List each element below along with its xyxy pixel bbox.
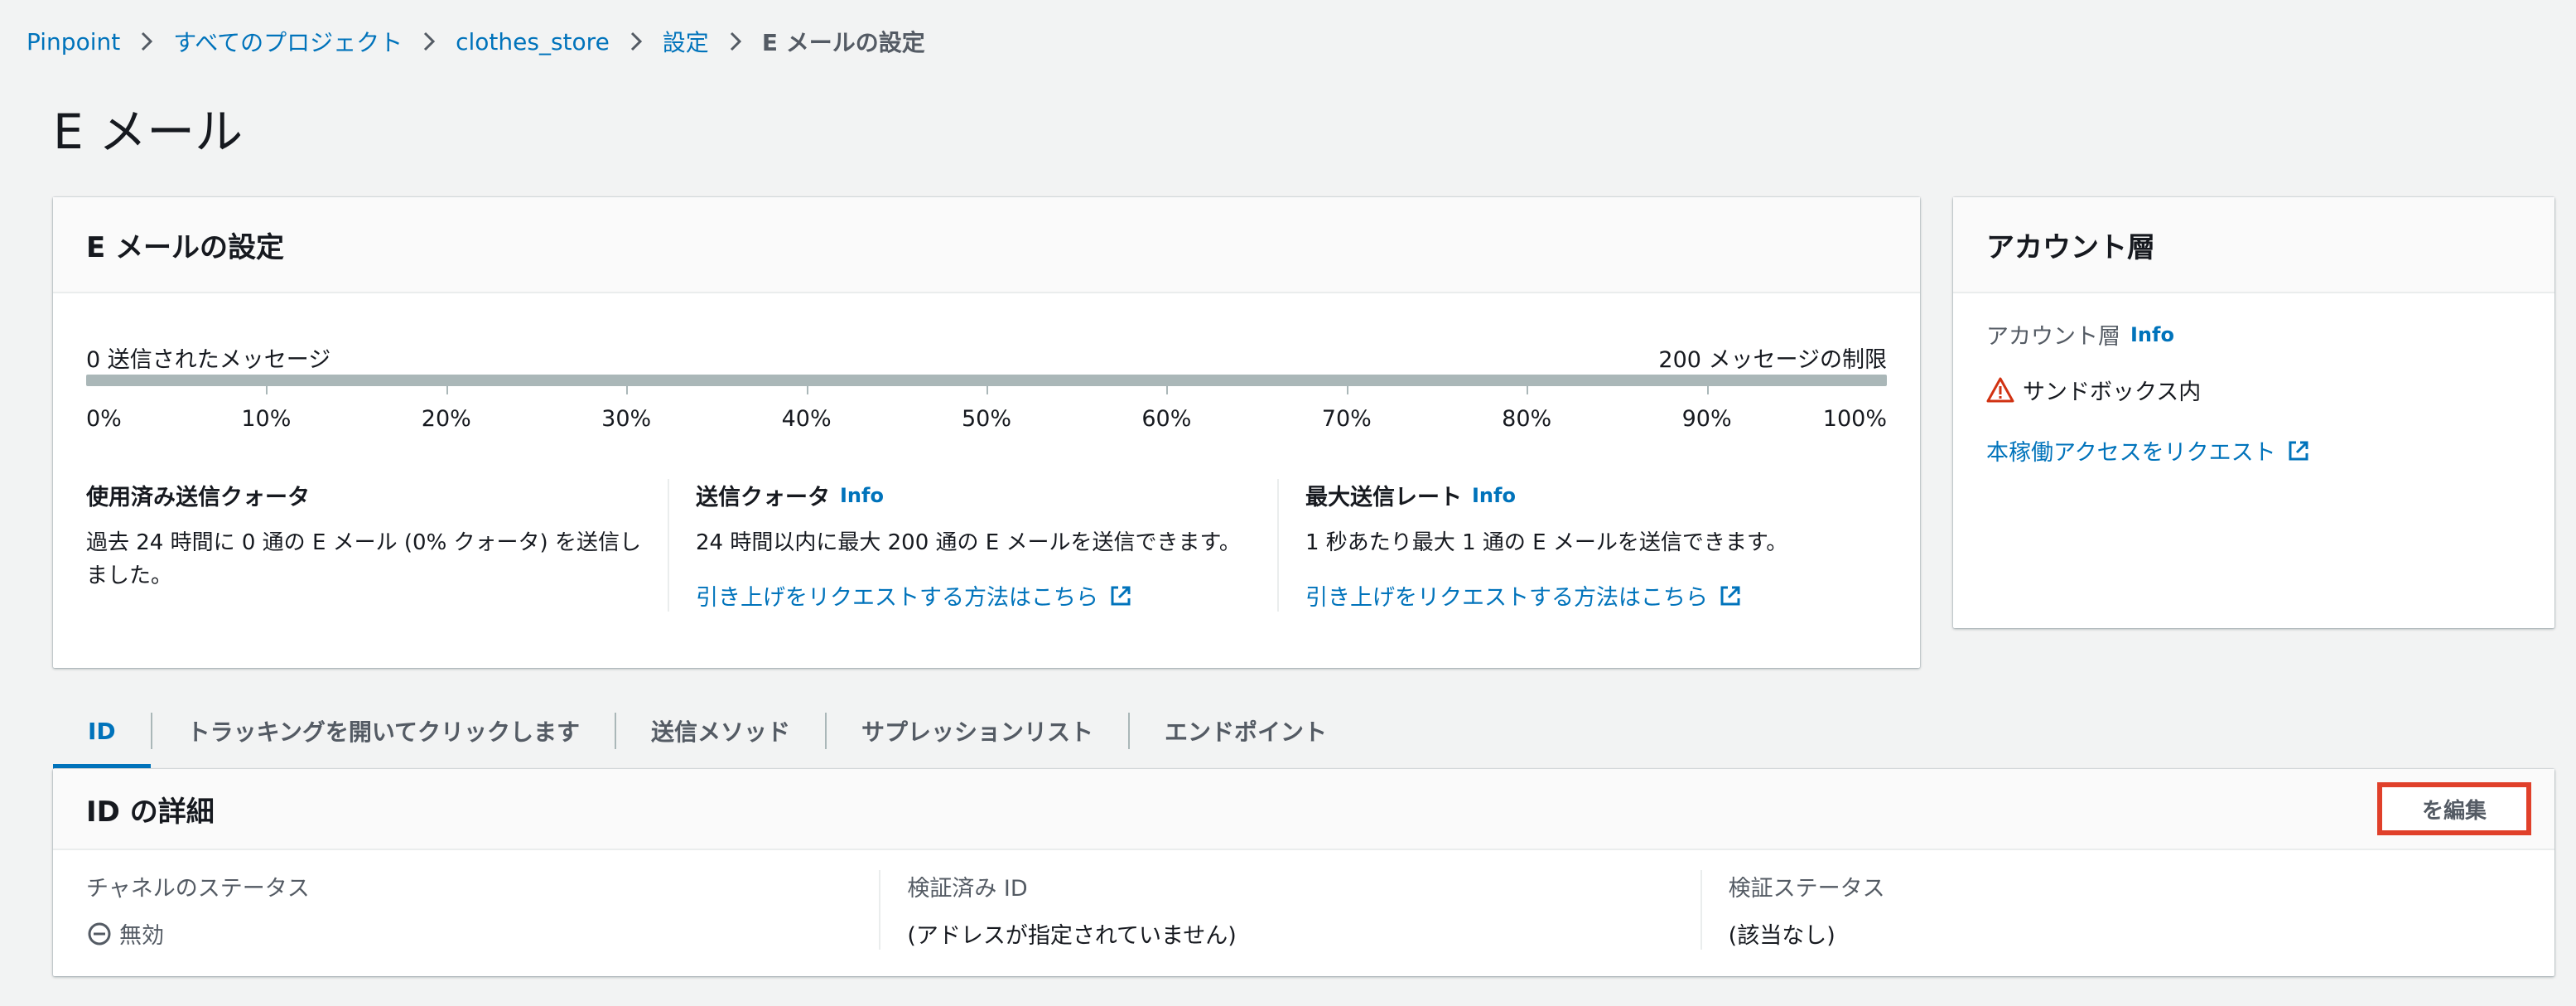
send-quota-heading: 送信クォータ bbox=[696, 485, 830, 510]
max-rate-heading: 最大送信レート bbox=[1305, 485, 1462, 510]
identity-details-panel: ID の詳細 を編集 チャネルのステータス 無効 検証済み ID (アドレスが指… bbox=[53, 769, 2554, 976]
quota-tick-label: 30% bbox=[601, 406, 652, 432]
quota-tick-label: 0% bbox=[86, 406, 122, 432]
quota-tick bbox=[1527, 386, 1529, 394]
max-rate-increase-label: 引き上げをリクエストする方法はこちら bbox=[1305, 585, 1708, 611]
send-quota-column: 送信クォータ Info 24 時間以内に最大 200 通の E メールを送信でき… bbox=[668, 479, 1277, 612]
quota-labels: 0 送信されたメッセージ 200 メッセージの制限 bbox=[86, 341, 1887, 374]
used-quota-heading: 使用済み送信クォータ bbox=[86, 485, 310, 510]
verified-id-column: 検証済み ID (アドレスが指定されていません) bbox=[879, 870, 1700, 950]
quota-tick bbox=[1346, 386, 1348, 394]
quota-tick bbox=[266, 386, 268, 394]
quota-tick-label: 40% bbox=[781, 406, 832, 432]
send-quota-increase-link[interactable]: 引き上げをリクエストする方法はこちら bbox=[696, 579, 1133, 612]
identity-details-body: チャネルのステータス 無効 検証済み ID (アドレスが指定されていません) 検… bbox=[53, 850, 2554, 970]
quota-tick-label: 90% bbox=[1681, 406, 1732, 432]
sent-messages-label: 0 送信されたメッセージ bbox=[86, 347, 331, 373]
breadcrumb-pinpoint[interactable]: Pinpoint bbox=[27, 28, 120, 56]
channel-status-value-row: 無効 bbox=[86, 917, 854, 950]
chevron-right-icon bbox=[630, 31, 642, 51]
quota-ticks bbox=[86, 386, 1887, 394]
page-title: E メール bbox=[53, 104, 244, 160]
send-quota-info-link[interactable]: Info bbox=[840, 484, 884, 507]
quota-progress-bar bbox=[86, 375, 1887, 386]
verified-id-value: (アドレスが指定されていません) bbox=[907, 923, 1237, 949]
quota-tick bbox=[1706, 386, 1709, 394]
account-tier-label-row: アカウント層 Info bbox=[1986, 318, 2521, 351]
verification-status-label: 検証ステータス bbox=[1728, 876, 1885, 902]
chevron-right-icon bbox=[142, 31, 153, 51]
quota-tick bbox=[626, 386, 629, 394]
quota-tick-label: 80% bbox=[1502, 406, 1552, 432]
verified-id-label: 検証済み ID bbox=[907, 876, 1028, 902]
max-rate-info-link[interactable]: Info bbox=[1472, 484, 1516, 507]
quota-tick-label: 20% bbox=[421, 406, 471, 432]
quota-tick-label: 100% bbox=[1822, 406, 1887, 432]
external-link-icon bbox=[1111, 586, 1131, 605]
tab-bar: ID トラッキングを開いてクリックします 送信メソッド サプレッションリスト エ… bbox=[53, 693, 1362, 769]
max-rate-heading-row: 最大送信レート Info bbox=[1305, 479, 1862, 511]
breadcrumb-project[interactable]: clothes_store bbox=[456, 28, 610, 56]
external-link-icon bbox=[1720, 586, 1740, 605]
send-quota-heading-row: 送信クォータ Info bbox=[696, 479, 1252, 511]
tab-suppression-list[interactable]: サプレッションリスト bbox=[827, 693, 1128, 769]
edit-button[interactable]: を編集 bbox=[2377, 782, 2531, 835]
account-tier-status-text: サンドボックス内 bbox=[2023, 380, 2202, 405]
send-quota-increase-label: 引き上げをリクエストする方法はこちら bbox=[696, 585, 1098, 611]
account-tier-status: サンドボックス内 bbox=[1986, 374, 2521, 406]
quota-tick bbox=[806, 386, 808, 394]
account-tier-info-link[interactable]: Info bbox=[2130, 323, 2174, 346]
account-tier-label: アカウント層 bbox=[1986, 324, 2120, 350]
breadcrumb-current: E メールの設定 bbox=[761, 29, 925, 56]
account-tier-body: アカウント層 Info サンドボックス内 本稼働アクセスをリクエスト bbox=[1953, 293, 2554, 488]
account-tier-header: アカウント層 bbox=[1953, 197, 2554, 293]
quota-tick bbox=[446, 386, 448, 394]
warning-icon bbox=[1986, 377, 2014, 402]
disabled-icon bbox=[88, 922, 111, 945]
send-quota-text: 24 時間以内に最大 200 通の E メールを送信できます。 bbox=[696, 530, 1241, 555]
quota-tick-label: 60% bbox=[1141, 406, 1192, 432]
message-limit-label: 200 メッセージの制限 bbox=[1658, 347, 1887, 373]
email-settings-header: E メールの設定 bbox=[53, 197, 1920, 293]
verification-status-column: 検証ステータス (該当なし) bbox=[1700, 870, 2521, 950]
chevron-right-icon bbox=[424, 31, 436, 51]
max-rate-text: 1 秒あたり最大 1 通の E メールを送信できます。 bbox=[1305, 530, 1788, 555]
email-settings-panel: E メールの設定 0 送信されたメッセージ 200 メッセージの制限 0% 10%… bbox=[53, 197, 1920, 668]
breadcrumb-settings[interactable]: 設定 bbox=[663, 25, 709, 58]
quota-tick-label: 50% bbox=[961, 406, 1012, 432]
channel-status-column: チャネルのステータス 無効 bbox=[86, 870, 879, 950]
max-rate-increase-link[interactable]: 引き上げをリクエストする方法はこちら bbox=[1305, 579, 1743, 612]
identity-details-header: ID の詳細 を編集 bbox=[53, 769, 2554, 850]
verification-status-value: (該当なし) bbox=[1728, 923, 1836, 949]
quota-tick-label: 10% bbox=[241, 406, 292, 432]
tab-endpoints[interactable]: エンドポイント bbox=[1130, 693, 1362, 769]
max-rate-column: 最大送信レート Info 1 秒あたり最大 1 通の E メールを送信できます。… bbox=[1277, 479, 1887, 612]
quota-tick bbox=[1166, 386, 1169, 394]
quota-details: 使用済み送信クォータ 過去 24 時間に 0 通の E メール (0% クォータ… bbox=[86, 479, 1887, 612]
breadcrumb: Pinpoint すべてのプロジェクト clothes_store 設定 E メ… bbox=[27, 25, 925, 58]
quota-tick-labels: 0% 10% 20% 30% 40% 50% 60% 70% 80% 90% 100% bbox=[86, 406, 1887, 434]
request-production-access-label: 本稼働アクセスをリクエスト bbox=[1986, 440, 2276, 466]
email-settings-title: E メールの設定 bbox=[86, 230, 285, 264]
identity-details-title: ID の詳細 bbox=[86, 795, 215, 829]
external-link-icon bbox=[2289, 441, 2308, 460]
quota-tick-label: 70% bbox=[1321, 406, 1372, 432]
tab-tracking[interactable]: トラッキングを開いてクリックします bbox=[152, 693, 615, 769]
breadcrumb-all-projects[interactable]: すべてのプロジェクト bbox=[173, 25, 403, 58]
used-quota-text: 過去 24 時間に 0 通の E メール (0% クォータ) を送信しました。 bbox=[86, 530, 641, 588]
channel-status-value: 無効 bbox=[119, 923, 164, 949]
chevron-right-icon bbox=[730, 31, 741, 51]
account-tier-title: アカウント層 bbox=[1986, 230, 2155, 264]
account-tier-panel: アカウント層 アカウント層 Info サンドボックス内 本稼働アクセスをリクエス… bbox=[1953, 197, 2554, 628]
used-quota-column: 使用済み送信クォータ 過去 24 時間に 0 通の E メール (0% クォータ… bbox=[86, 479, 668, 612]
channel-status-label: チャネルのステータス bbox=[86, 876, 310, 902]
request-production-access-link[interactable]: 本稼働アクセスをリクエスト bbox=[1986, 434, 2311, 467]
quota-tick bbox=[987, 386, 988, 394]
tab-sending-method[interactable]: 送信メソッド bbox=[616, 693, 825, 769]
tab-id[interactable]: ID bbox=[53, 693, 151, 769]
